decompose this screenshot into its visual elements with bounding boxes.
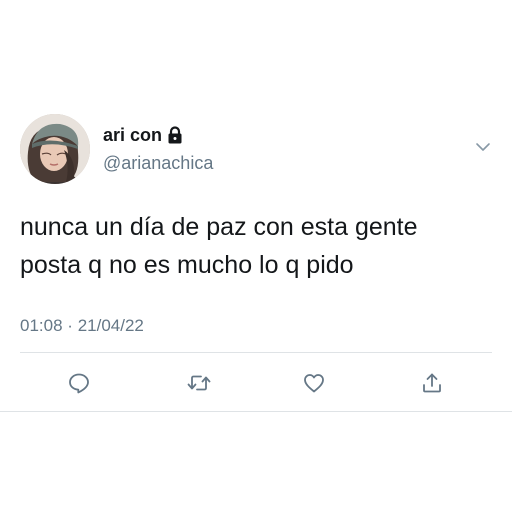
retweet-icon (187, 375, 211, 391)
chevron-down-icon[interactable] (474, 140, 492, 154)
display-name[interactable]: ari con (103, 125, 162, 145)
tweet-text-line: posta q no es mucho lo q pido (20, 251, 354, 279)
meta-separator: · (67, 316, 73, 335)
tweet-date: 21/04/22 (77, 316, 144, 335)
reply-button[interactable] (66, 370, 92, 396)
tweet-time: 01:08 (20, 316, 63, 335)
name-row: ari con (103, 125, 183, 145)
user-handle[interactable]: @arianachica (103, 153, 213, 173)
retweet-button[interactable] (186, 370, 212, 396)
heart-icon (304, 374, 324, 393)
avatar-photo (20, 114, 90, 184)
avatar[interactable] (20, 114, 90, 184)
tweet-text: nunca un día de paz con esta gente posta… (20, 208, 490, 284)
tweet-card: ari con @arianachica nunca un día de paz… (0, 0, 512, 512)
like-button[interactable] (301, 370, 327, 396)
tweet-text-line: nunca un día de paz con esta gente (20, 213, 418, 241)
share-icon (423, 373, 441, 393)
tweet-timestamp[interactable]: 01:08 · 21/04/22 (20, 316, 144, 336)
divider (20, 352, 492, 353)
share-button[interactable] (419, 370, 445, 396)
lock-icon (167, 126, 183, 144)
reply-icon (69, 373, 89, 394)
divider (0, 411, 512, 412)
